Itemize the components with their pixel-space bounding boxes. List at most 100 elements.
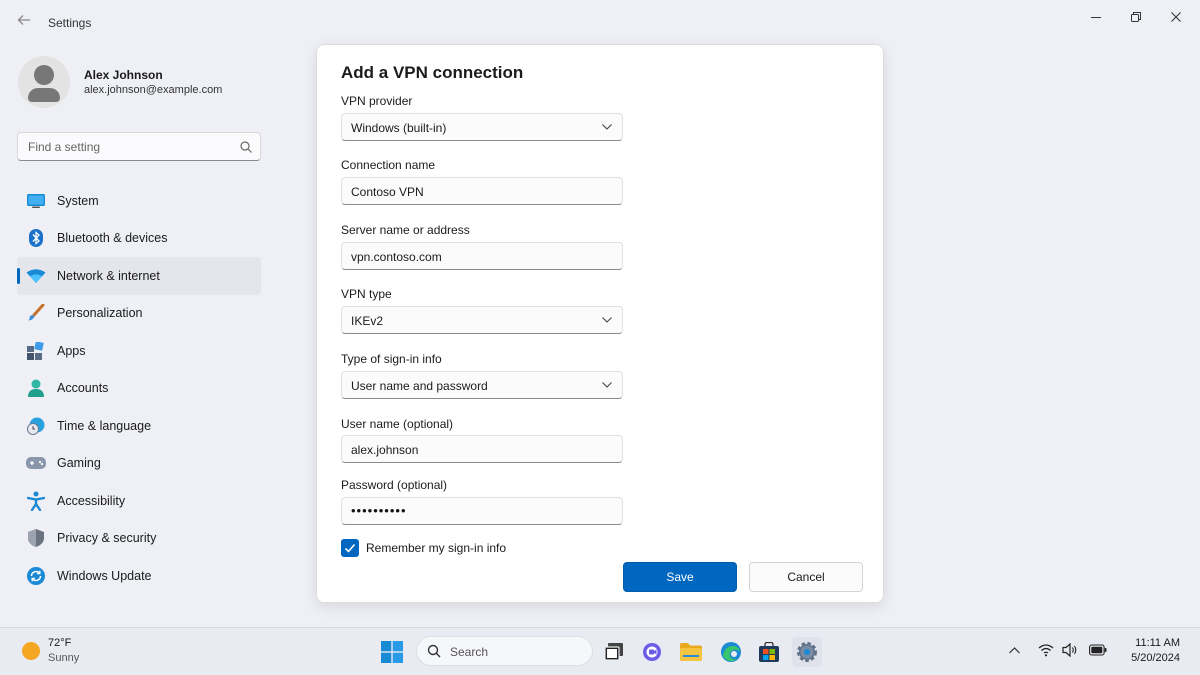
vpn-provider-label: VPN provider xyxy=(341,94,413,108)
clock-date[interactable]: 5/20/2024 xyxy=(1116,652,1180,664)
sidebar-item-time-language[interactable]: Time & language xyxy=(17,407,261,445)
user-profile[interactable]: Alex Johnson alex.johnson@example.com xyxy=(18,56,278,112)
remember-checkbox[interactable] xyxy=(341,539,359,557)
sidebar-item-network[interactable]: Network & internet xyxy=(17,257,261,295)
bluetooth-icon xyxy=(26,228,46,248)
battery-button[interactable] xyxy=(1089,643,1107,661)
settings-search[interactable] xyxy=(17,132,261,161)
sidebar-item-accounts[interactable]: Accounts xyxy=(17,370,261,408)
password-field[interactable]: •••••••••• xyxy=(341,497,623,525)
signin-type-value: User name and password xyxy=(351,379,488,393)
shield-icon xyxy=(26,528,46,548)
sidebar-item-label: Bluetooth & devices xyxy=(57,231,168,246)
username-value: alex.johnson xyxy=(351,443,419,457)
server-value: vpn.contoso.com xyxy=(351,250,442,264)
task-view-button[interactable] xyxy=(600,637,630,667)
sidebar-item-apps[interactable]: Apps xyxy=(17,332,261,370)
network-status-button[interactable] xyxy=(1038,643,1054,662)
person-icon xyxy=(26,378,46,398)
close-icon xyxy=(1171,12,1181,22)
taskbar: 72°F Sunny Search 11:11 AM 5/20/2024 xyxy=(0,627,1200,675)
signin-type-select[interactable]: User name and password xyxy=(341,371,623,399)
teams-chat-button[interactable] xyxy=(637,637,667,667)
search-input[interactable] xyxy=(28,140,228,154)
file-explorer-button[interactable] xyxy=(676,637,706,667)
username-label: User name (optional) xyxy=(341,417,454,431)
sidebar-item-label: Apps xyxy=(57,343,86,358)
sidebar-item-windows-update[interactable]: Windows Update xyxy=(17,557,261,595)
folder-icon xyxy=(680,643,702,661)
server-field[interactable]: vpn.contoso.com xyxy=(341,242,623,270)
save-button[interactable]: Save xyxy=(623,562,737,592)
wifi-icon xyxy=(26,266,46,286)
username-field[interactable]: alex.johnson xyxy=(341,435,623,463)
restore-icon xyxy=(1131,12,1141,22)
avatar xyxy=(18,56,70,108)
windows-logo-icon xyxy=(381,641,403,663)
wifi-icon xyxy=(1038,644,1054,657)
battery-icon xyxy=(1089,644,1107,656)
sidebar-item-label: Accessibility xyxy=(57,493,126,508)
sidebar-item-bluetooth[interactable]: Bluetooth & devices xyxy=(17,220,261,258)
taskbar-search-label: Search xyxy=(450,645,489,659)
close-button[interactable] xyxy=(1156,6,1196,28)
chevron-down-icon xyxy=(602,382,612,388)
chevron-down-icon xyxy=(602,317,612,323)
apps-icon xyxy=(26,341,46,361)
sidebar-item-label: Personalization xyxy=(57,306,143,321)
vpn-type-label: VPN type xyxy=(341,287,392,301)
connection-name-field[interactable]: Contoso VPN xyxy=(341,177,623,205)
dialog-title: Add a VPN connection xyxy=(341,63,524,82)
show-hidden-icons-button[interactable] xyxy=(1009,643,1020,661)
chat-icon xyxy=(643,643,661,661)
task-view-icon xyxy=(605,643,623,661)
monitor-icon xyxy=(26,191,46,211)
window-title: Settings xyxy=(48,16,92,30)
volume-button[interactable] xyxy=(1062,642,1078,662)
taskbar-search[interactable]: Search xyxy=(416,636,593,666)
sidebar-nav: System Bluetooth & devices Network & int… xyxy=(17,182,261,595)
minimize-button[interactable] xyxy=(1076,6,1116,28)
connection-name-value: Contoso VPN xyxy=(351,185,424,199)
sun-icon[interactable] xyxy=(22,642,40,660)
sidebar-item-personalization[interactable]: Personalization xyxy=(17,295,261,333)
weather-temperature[interactable]: 72°F xyxy=(48,637,71,649)
weather-condition[interactable]: Sunny xyxy=(48,652,79,664)
profile-email: alex.johnson@example.com xyxy=(84,84,223,96)
chevron-up-icon xyxy=(1009,647,1020,654)
accessibility-icon xyxy=(26,491,46,511)
brush-icon xyxy=(26,303,46,323)
profile-name: Alex Johnson xyxy=(84,68,163,82)
store-icon xyxy=(759,642,779,662)
edge-icon xyxy=(721,642,741,662)
sidebar-item-accessibility[interactable]: Accessibility xyxy=(17,482,261,520)
vpn-provider-select[interactable]: Windows (built-in) xyxy=(341,113,623,141)
sidebar-item-label: Windows Update xyxy=(57,568,152,583)
store-button[interactable] xyxy=(754,637,784,667)
vpn-provider-value: Windows (built-in) xyxy=(351,121,447,135)
clock-time[interactable]: 11:11 AM xyxy=(1124,637,1180,649)
vpn-type-select[interactable]: IKEv2 xyxy=(341,306,623,334)
add-vpn-dialog: Add a VPN connection VPN provider Window… xyxy=(316,44,884,603)
gamepad-icon xyxy=(26,453,46,473)
settings-app-button[interactable] xyxy=(792,637,822,667)
speaker-icon xyxy=(1062,642,1077,658)
checkmark-icon xyxy=(344,543,356,553)
remember-label[interactable]: Remember my sign-in info xyxy=(366,541,506,555)
back-button[interactable] xyxy=(12,12,36,34)
signin-type-label: Type of sign-in info xyxy=(341,352,442,366)
update-icon xyxy=(26,566,46,586)
sidebar-item-privacy[interactable]: Privacy & security xyxy=(17,520,261,558)
connection-name-label: Connection name xyxy=(341,158,436,172)
edge-browser-button[interactable] xyxy=(716,637,746,667)
cancel-button[interactable]: Cancel xyxy=(749,562,863,592)
sidebar-item-system[interactable]: System xyxy=(17,182,261,220)
sidebar-item-label: Time & language xyxy=(57,418,152,433)
back-arrow-icon xyxy=(17,15,30,25)
minimize-icon xyxy=(1091,17,1101,18)
start-button[interactable] xyxy=(377,637,407,667)
restore-button[interactable] xyxy=(1116,6,1156,28)
sidebar-item-label: Accounts xyxy=(57,381,109,396)
sidebar-item-label: System xyxy=(57,193,99,208)
sidebar-item-gaming[interactable]: Gaming xyxy=(17,445,261,483)
